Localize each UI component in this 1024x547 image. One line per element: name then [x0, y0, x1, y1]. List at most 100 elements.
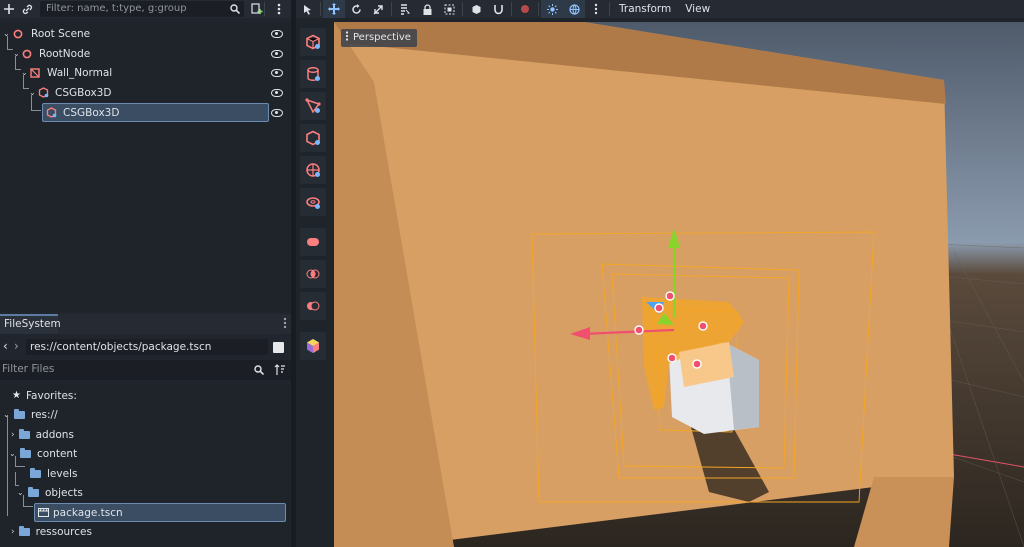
filesystem-path-input[interactable]: res://content/objects/package.tscn — [26, 339, 268, 355]
filesystem-path-row: ‹ › res://content/objects/package.tscn — [0, 336, 291, 358]
filter-files-placeholder: Filter Files — [2, 363, 55, 375]
toggle-sun-button[interactable] — [541, 0, 563, 18]
visibility-eye-icon[interactable] — [271, 50, 283, 58]
toolbar-divider — [264, 2, 265, 16]
link-icon — [22, 4, 32, 14]
menu-transform[interactable]: Transform — [612, 0, 678, 18]
kebab-icon[interactable] — [283, 317, 287, 332]
mesh-instance-icon — [307, 339, 319, 353]
tree-item-label: Wall_Normal — [47, 67, 113, 79]
lock-icon — [423, 3, 431, 15]
search-icon — [254, 365, 264, 375]
group-button[interactable] — [438, 0, 460, 18]
tab-filesystem[interactable]: FileSystem — [0, 314, 61, 334]
csg-box-icon — [306, 34, 320, 50]
list-tool-button[interactable] — [394, 0, 416, 18]
sort-icon[interactable] — [274, 364, 285, 376]
kebab-icon — [594, 3, 598, 15]
folder-levels[interactable]: levels — [30, 464, 77, 483]
menu-view[interactable]: View — [678, 0, 717, 18]
tree-item-label: Root Scene — [31, 28, 91, 40]
perspective-menu-button[interactable]: Perspective — [341, 29, 417, 47]
toolbar-divider — [462, 2, 463, 16]
csg-mesh-tool-button[interactable] — [300, 92, 326, 120]
toolbar-divider — [511, 2, 512, 16]
scene-menu-button[interactable] — [270, 0, 288, 18]
folder-ressources[interactable]: › ressources — [11, 522, 92, 541]
folder-addons[interactable]: › addons — [11, 425, 74, 444]
lock-button[interactable] — [416, 0, 438, 18]
node3d-icon — [13, 29, 23, 39]
csg-union-button[interactable] — [300, 228, 326, 256]
csg-subtraction-button[interactable] — [300, 292, 326, 320]
folder-label: content — [37, 447, 78, 460]
forward-arrow-icon[interactable]: › — [14, 339, 19, 353]
csg-box-tool-button[interactable] — [300, 28, 326, 56]
search-icon — [226, 0, 244, 18]
tree-item-wall-normal[interactable]: ⌄ Wall_Normal — [0, 63, 291, 83]
environment-menu-button[interactable] — [585, 0, 607, 18]
scene-file-icon — [38, 508, 49, 517]
tree-item-csgbox3d-selected[interactable]: CSGBox3D — [0, 103, 291, 123]
visibility-eye-icon[interactable] — [271, 30, 283, 38]
mesh-instance-icon — [30, 68, 40, 78]
back-arrow-icon[interactable]: ‹ — [3, 339, 8, 353]
viewport-scene — [334, 22, 1024, 547]
csg-intersection-button[interactable] — [300, 260, 326, 288]
list-select-icon — [401, 3, 410, 15]
star-icon: ★ — [12, 390, 21, 401]
toolbar-divider — [538, 2, 539, 16]
filter-files-input[interactable]: Filter Files — [2, 363, 54, 375]
chevron-right-icon[interactable]: › — [11, 430, 15, 440]
path-text: res://content/objects/package.tscn — [30, 341, 212, 353]
preview-sun-button[interactable] — [514, 0, 536, 18]
add-node-button[interactable] — [0, 0, 18, 18]
group-icon — [444, 4, 454, 14]
visibility-eye-icon[interactable] — [271, 109, 283, 117]
magnet-icon — [493, 4, 503, 14]
folder-icon — [18, 525, 30, 536]
favorites-header: ★ Favorites: — [12, 386, 77, 405]
scene-filter-input[interactable]: Filter: name, t:type, g:group — [40, 1, 244, 17]
snap-object-button[interactable] — [465, 0, 487, 18]
filesystem-tabbar: FileSystem — [0, 314, 291, 334]
instance-scene-button[interactable] — [18, 0, 36, 18]
tree-item-label: CSGBox3D — [55, 87, 112, 99]
tree-item-rootnode[interactable]: ⌄ RootNode — [0, 44, 291, 64]
csg-polygon-tool-button[interactable] — [300, 124, 326, 152]
csg-cylinder-tool-button[interactable] — [300, 60, 326, 88]
script-add-icon — [251, 3, 263, 14]
snap-button[interactable] — [487, 0, 509, 18]
folder-icon — [30, 467, 41, 478]
toolbar-divider — [391, 2, 392, 16]
tab-label: FileSystem — [4, 318, 61, 330]
scene-tree: ⌄ Root Scene ⌄ RootNode ⌄ Wall_Normal ⌄ … — [0, 22, 291, 312]
3d-viewport[interactable]: Perspective — [334, 22, 1024, 547]
paint-icon — [521, 5, 529, 13]
cube-icon — [472, 4, 480, 14]
folder-res[interactable]: ⌄ res:// — [3, 405, 58, 424]
select-tool-button[interactable] — [296, 0, 318, 18]
csg-cylinder-icon — [307, 66, 320, 82]
chevron-right-icon[interactable]: › — [11, 527, 15, 537]
file-label: package.tscn — [53, 506, 123, 519]
tree-item-root-scene[interactable]: ⌄ Root Scene — [0, 24, 291, 44]
tree-item-label: RootNode — [39, 48, 91, 60]
kebab-icon — [277, 3, 281, 15]
subtraction-icon — [307, 301, 320, 311]
globe-icon — [568, 3, 580, 15]
file-package-tscn[interactable]: package.tscn — [38, 503, 123, 522]
visibility-eye-icon[interactable] — [271, 69, 283, 77]
bake-mesh-button[interactable] — [300, 332, 326, 360]
tree-item-csgbox3d-parent[interactable]: ⌄ CSGBox3D — [0, 83, 291, 103]
folder-label: objects — [45, 486, 83, 499]
rotate-tool-button[interactable] — [345, 0, 367, 18]
csg-torus-tool-button[interactable] — [300, 188, 326, 216]
move-tool-button[interactable] — [323, 0, 345, 18]
tree-item-label: CSGBox3D — [63, 107, 120, 119]
csg-sphere-tool-button[interactable] — [300, 156, 326, 184]
scale-tool-button[interactable] — [367, 0, 389, 18]
split-mode-button[interactable] — [273, 342, 284, 353]
toggle-environment-button[interactable] — [563, 0, 585, 18]
visibility-eye-icon[interactable] — [271, 89, 283, 97]
